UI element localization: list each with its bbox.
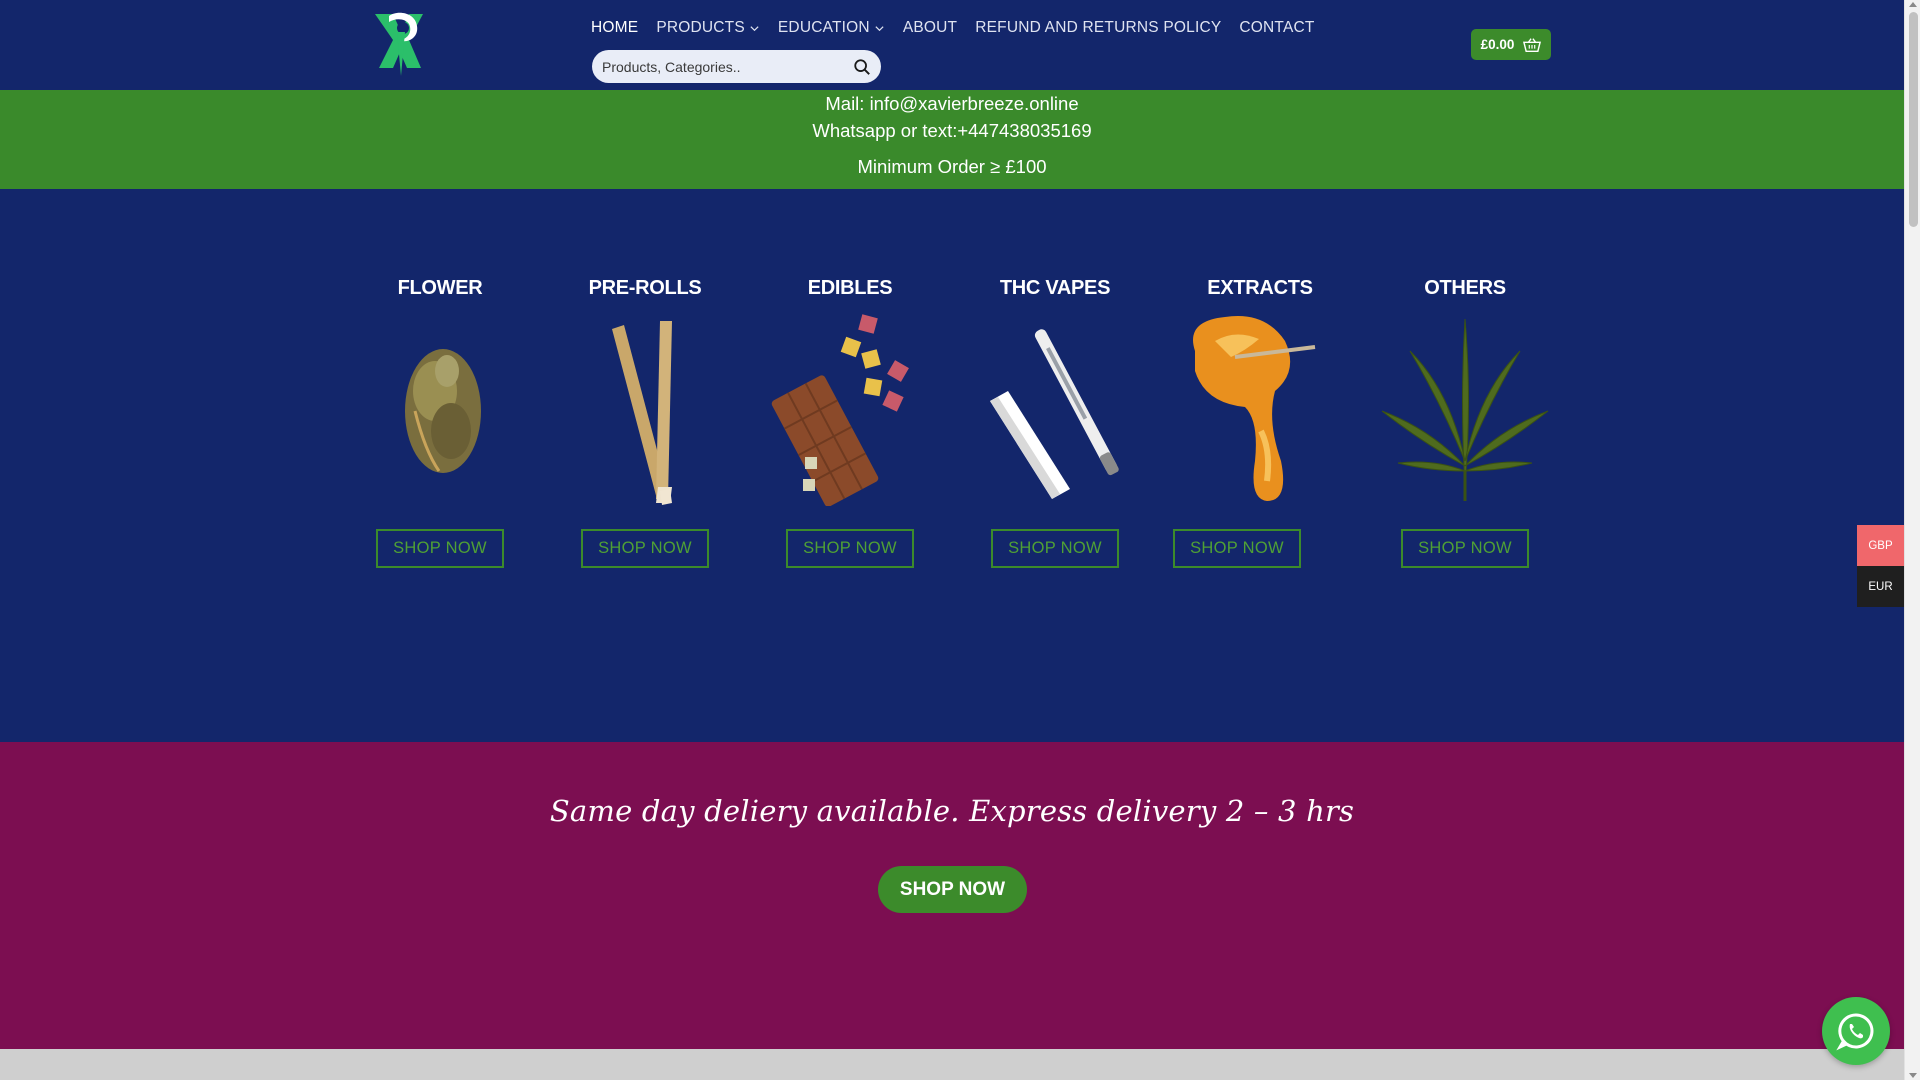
category-title: PRE-ROLLS [588,277,702,299]
shop-now-pre-rolls-button[interactable]: SHOP NOW [581,529,709,568]
shop-now-flower-button[interactable]: SHOP NOW [376,529,504,568]
nav-education[interactable]: EDUCATION [769,18,894,38]
pre-rolls-image[interactable] [560,311,730,506]
category-title: THC VAPES [999,277,1111,299]
minimum-order: Minimum Order ≥ £100 [857,156,1047,177]
nav-contact-label: CONTACT [1239,19,1315,36]
scrollbar-thumb[interactable] [1909,12,1918,227]
delivery-banner: Same day deliery available. Express deli… [0,742,1904,1049]
delivery-shop-now-button[interactable]: SHOP NOW [878,866,1027,913]
chevron-down-icon [750,25,759,31]
flower-bud-image[interactable] [355,311,525,506]
site-header: HOME PRODUCTS EDUCATION ABOUT REFUND AND… [0,0,1904,90]
edibles-image[interactable] [765,311,935,506]
currency-gbp-option[interactable]: GBP [1857,525,1904,566]
delivery-message: Same day deliery available. Express deli… [549,794,1355,828]
scroll-down-arrow-icon[interactable] [1909,1073,1917,1078]
category-title: OTHERS [1424,277,1506,299]
thc-vape-image[interactable] [970,311,1140,506]
category-title: EDIBLES [807,277,893,299]
contact-info-bar: Mail: info@xavierbreeze.online Whatsapp … [0,90,1904,189]
scroll-up-arrow-icon[interactable] [1909,2,1917,7]
xb-logo-icon[interactable] [371,10,427,78]
search-icon[interactable] [853,58,871,76]
cart-total: £0.00 [1480,37,1515,52]
category-title: FLOWER [397,277,483,299]
nav-home-label: HOME [591,19,639,36]
nav-about[interactable]: ABOUT [894,18,966,38]
nav-home[interactable]: HOME [582,18,647,38]
page-scrollbar[interactable] [1904,0,1920,1080]
contact-whatsapp: Whatsapp or text:+447438035169 [812,120,1092,141]
basket-icon [1523,37,1542,52]
nav-products[interactable]: PRODUCTS [647,18,769,38]
extracts-image[interactable] [1175,311,1345,506]
nav-products-label: PRODUCTS [656,19,745,36]
cannabis-leaf-image[interactable] [1380,311,1550,506]
cart-button[interactable]: £0.00 [1471,29,1551,60]
contact-mail: Mail: info@xavierbreeze.online [825,93,1079,114]
nav-education-label: EDUCATION [777,19,870,36]
shop-now-thc-vapes-button[interactable]: SHOP NOW [991,529,1119,568]
whatsapp-chat-button[interactable] [1822,997,1890,1065]
shop-now-extracts-button[interactable]: SHOP NOW [1173,529,1301,568]
main-nav: HOME PRODUCTS EDUCATION ABOUT REFUND AND… [582,18,1324,38]
search-input[interactable] [602,58,853,75]
chevron-down-icon [875,25,884,31]
nav-refund-label: REFUND AND RETURNS POLICY [975,19,1222,36]
shop-now-others-button[interactable]: SHOP NOW [1401,529,1529,568]
shop-now-edibles-button[interactable]: SHOP NOW [786,529,914,568]
category-title: EXTRACTS [1207,277,1313,299]
search-bar [592,50,881,83]
category-section: FLOWER SHOP NOW PRE-ROLLS SHOP NOW EDIBL… [0,189,1904,742]
whatsapp-icon [1836,1013,1874,1051]
currency-eur-option[interactable]: EUR [1857,566,1904,607]
nav-about-label: ABOUT [902,19,958,36]
nav-contact[interactable]: CONTACT [1230,18,1323,38]
nav-refund-policy[interactable]: REFUND AND RETURNS POLICY [966,18,1230,38]
